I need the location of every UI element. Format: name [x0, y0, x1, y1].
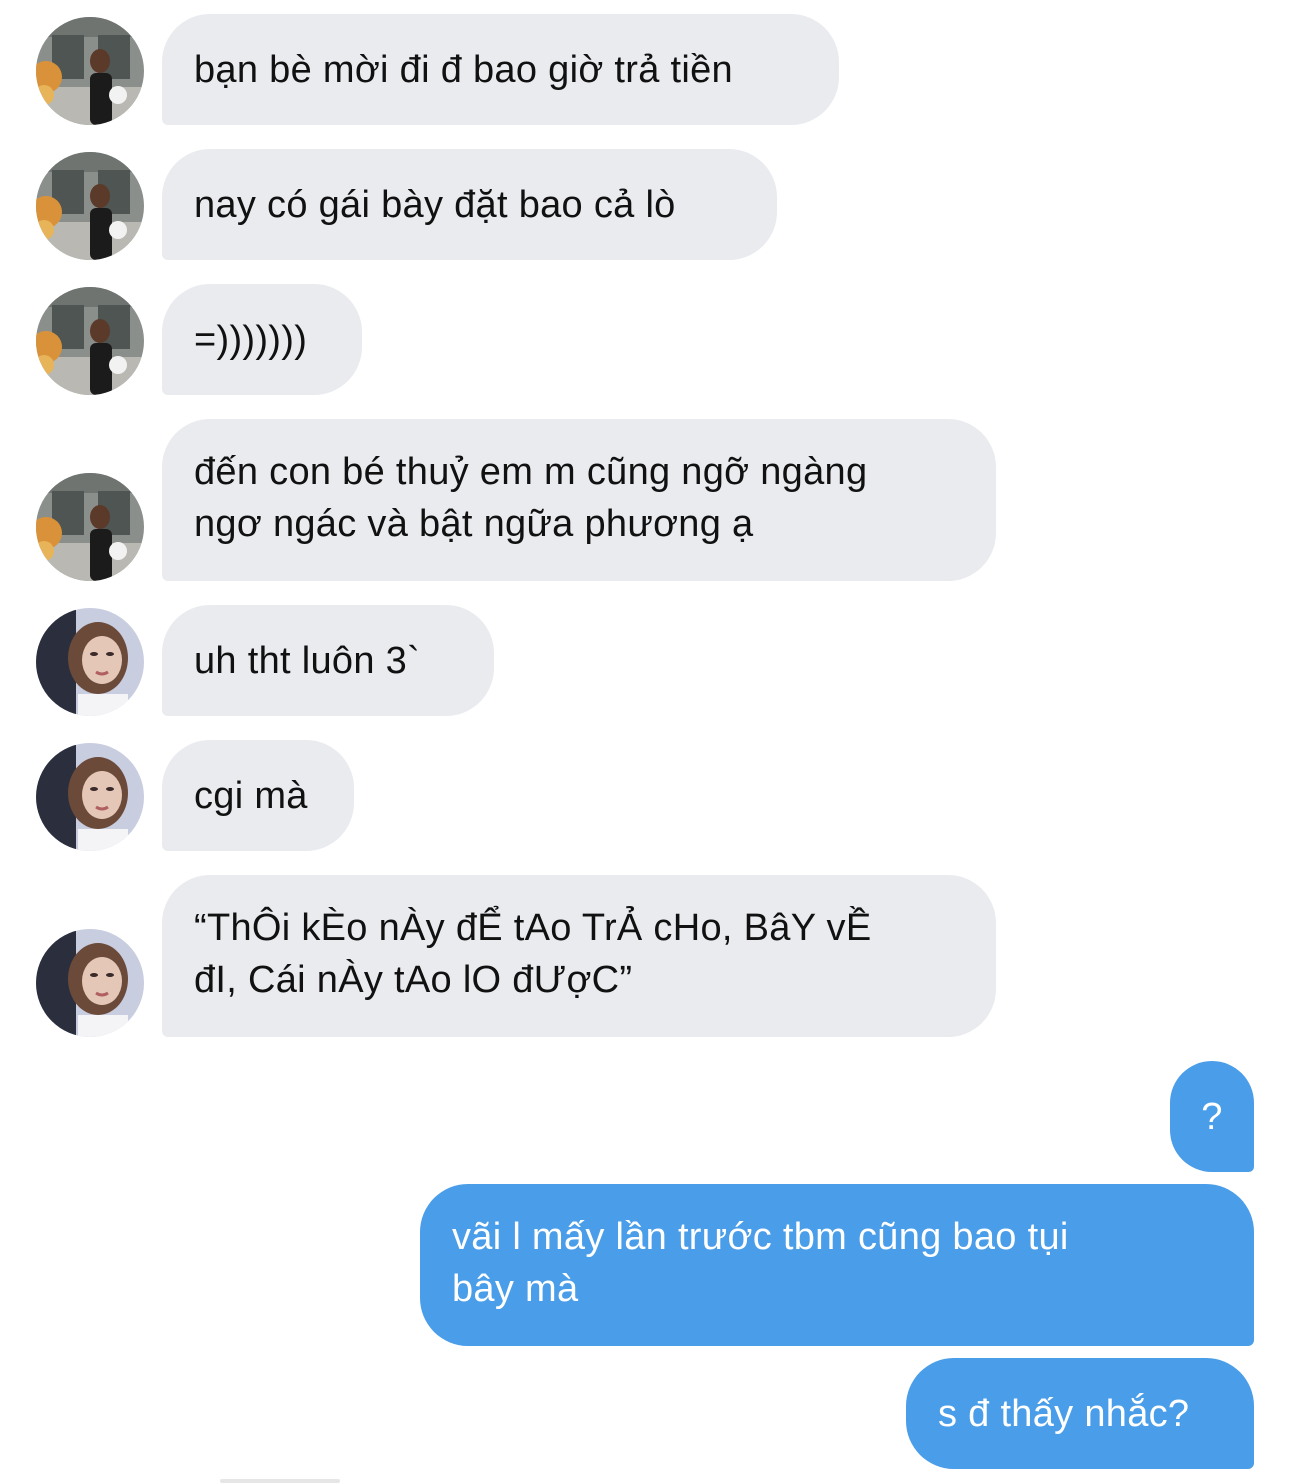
avatar-photo-icon	[36, 608, 144, 716]
avatar-photo-icon	[36, 473, 144, 581]
message-text-line: “ThÔi kÈo nÀy đỂ tAo TrẢ cHo, BâY vỀ	[194, 907, 872, 949]
message-text-line: ngơ ngác và bật ngữa phương ạ	[194, 503, 754, 545]
scroll-indicator	[220, 1479, 340, 1483]
message-bubble[interactable]: cgi mà	[162, 740, 354, 851]
message-text: s đ thấy nhắc?	[938, 1392, 1190, 1435]
message-text: =)))))))	[194, 318, 308, 361]
avatar-photo-icon	[36, 152, 144, 260]
message-bubble[interactable]: nay có gái bày đặt bao cả lò	[162, 149, 777, 260]
message-bubble[interactable]: uh tht luôn 3`	[162, 605, 494, 716]
contact-b-avatar[interactable]	[36, 743, 144, 851]
contact-b-avatar[interactable]	[36, 608, 144, 716]
message-bubble[interactable]: đến con bé thuỷ em m cũng ngỡ ngàng ngơ …	[162, 419, 996, 581]
avatar-photo-icon	[36, 743, 144, 851]
avatar-photo-icon	[36, 287, 144, 395]
message-bubble[interactable]: bạn bè mời đi đ bao giờ trả tiền	[162, 14, 839, 125]
message-text: bạn bè mời đi đ bao giờ trả tiền	[194, 48, 733, 91]
message-bubble-outgoing[interactable]: vãi l mấy lần trước tbm cũng bao tụi bây…	[420, 1184, 1254, 1346]
contact-a-avatar[interactable]	[36, 152, 144, 260]
contact-b-avatar[interactable]	[36, 929, 144, 1037]
message-text: cgi mà	[194, 774, 308, 817]
message-bubble[interactable]: “ThÔi kÈo nÀy đỂ tAo TrẢ cHo, BâY vỀ đI,…	[162, 875, 996, 1037]
contact-a-avatar[interactable]	[36, 287, 144, 395]
avatar-photo-icon	[36, 17, 144, 125]
contact-a-avatar[interactable]	[36, 473, 144, 581]
message-bubble[interactable]: =)))))))	[162, 284, 362, 395]
message-text-line: vãi l mấy lần trước tbm cũng bao tụi	[452, 1216, 1069, 1258]
message-text-line: đến con bé thuỷ em m cũng ngỡ ngàng	[194, 451, 868, 493]
message-text-line: bây mà	[452, 1268, 579, 1310]
chat-thread: bạn bè mời đi đ bao giờ trả tiền nay có …	[0, 0, 1290, 1483]
contact-a-avatar[interactable]	[36, 17, 144, 125]
avatar-photo-icon	[36, 929, 144, 1037]
message-text: uh tht luôn 3`	[194, 639, 421, 682]
message-bubble-outgoing[interactable]: ?	[1170, 1061, 1254, 1172]
message-text: nay có gái bày đặt bao cả lò	[194, 183, 676, 226]
message-bubble-outgoing[interactable]: s đ thấy nhắc?	[906, 1358, 1254, 1469]
message-text: ?	[1201, 1095, 1223, 1138]
message-text-line: đI, Cái nÀy tAo lO đƯợC”	[194, 959, 633, 1001]
